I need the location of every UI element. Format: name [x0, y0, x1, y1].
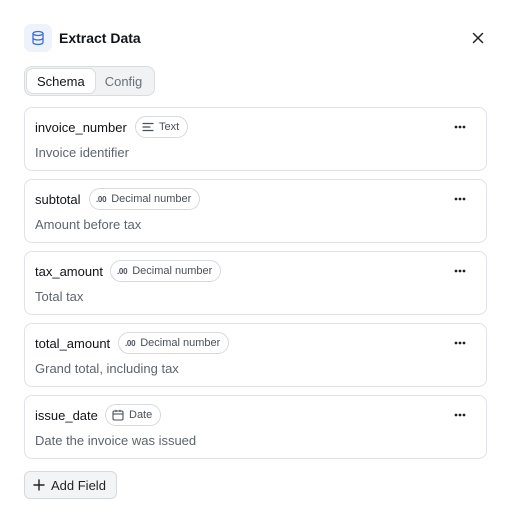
field-name: invoice_number [35, 120, 127, 135]
field-card[interactable]: tax_amount .00 Decimal number Total tax [24, 251, 487, 315]
more-horizontal-icon [454, 125, 466, 129]
field-description: Date the invoice was issued [35, 433, 197, 448]
more-options-button[interactable] [452, 192, 468, 206]
tab-bar: Schema Config [24, 66, 156, 96]
calendar-icon [112, 409, 124, 421]
more-options-button[interactable] [452, 408, 468, 422]
panel-title: Extract Data [59, 30, 141, 46]
decimal-icon: .00 [125, 338, 136, 348]
text-lines-icon [142, 122, 154, 132]
field-type-label: Text [159, 121, 180, 133]
field-card[interactable]: invoice_number Text Invoice identifier [24, 107, 487, 171]
database-icon [24, 24, 52, 52]
panel-header: Extract Data [24, 24, 488, 52]
more-horizontal-icon [454, 269, 466, 273]
field-type-label: Decimal number [111, 193, 192, 205]
field-description: Amount before tax [35, 217, 142, 232]
more-options-button[interactable] [452, 264, 468, 278]
field-type-badge[interactable]: Text [135, 116, 189, 138]
field-description: Invoice identifier [35, 145, 129, 160]
more-horizontal-icon [454, 413, 466, 417]
more-horizontal-icon [454, 197, 466, 201]
field-type-label: Date [129, 409, 153, 421]
field-card[interactable]: total_amount .00 Decimal number Grand to… [24, 323, 487, 387]
field-card[interactable]: issue_date Date Date the invoice was iss… [24, 395, 487, 459]
field-description: Grand total, including tax [35, 361, 179, 376]
add-field-button[interactable]: Add Field [24, 471, 117, 499]
field-type-badge[interactable]: .00 Decimal number [89, 188, 201, 210]
decimal-icon: .00 [96, 194, 107, 204]
field-type-label: Decimal number [132, 265, 213, 277]
field-type-badge[interactable]: .00 Decimal number [110, 260, 222, 282]
add-field-label: Add Field [51, 477, 106, 493]
tab-config[interactable]: Config [95, 69, 153, 93]
more-options-button[interactable] [452, 336, 468, 350]
plus-icon [33, 479, 45, 491]
field-name: issue_date [35, 408, 98, 423]
field-card[interactable]: subtotal .00 Decimal number Amount befor… [24, 179, 487, 243]
decimal-icon: .00 [117, 266, 128, 276]
field-name: tax_amount [35, 264, 103, 279]
field-type-badge[interactable]: .00 Decimal number [118, 332, 230, 354]
close-button[interactable] [468, 28, 488, 48]
field-name: subtotal [35, 192, 81, 207]
more-options-button[interactable] [452, 120, 468, 134]
tab-schema[interactable]: Schema [27, 69, 95, 93]
field-type-label: Decimal number [140, 337, 221, 349]
field-description: Total tax [35, 289, 84, 304]
close-icon [472, 32, 484, 44]
more-horizontal-icon [454, 341, 466, 345]
field-type-badge[interactable]: Date [105, 404, 162, 426]
field-name: total_amount [35, 336, 111, 351]
